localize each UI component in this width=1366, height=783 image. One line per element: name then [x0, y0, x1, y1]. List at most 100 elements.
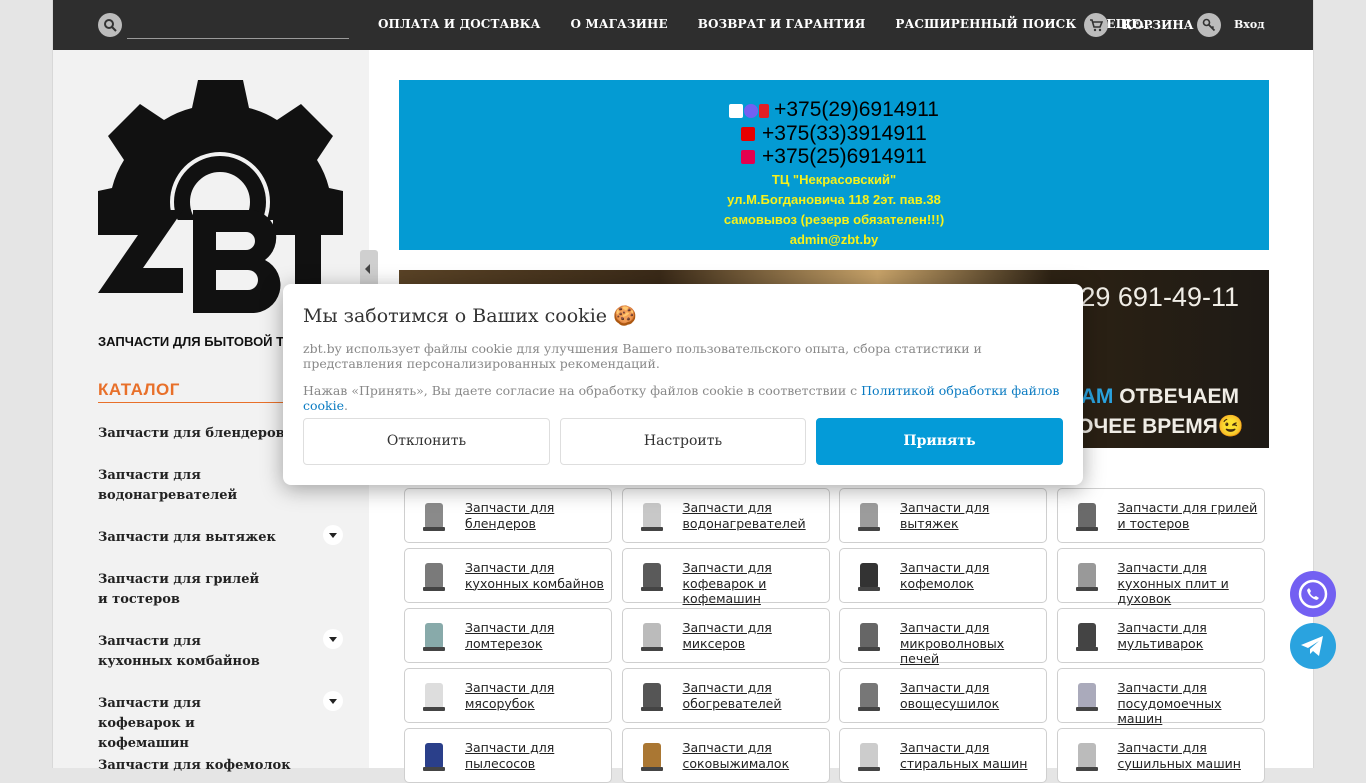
cookie-consent-text: Нажав «Принять», Вы даете согласие на об… [303, 383, 1060, 413]
category-link[interactable]: Запчасти для ломтерезок [465, 620, 607, 651]
category-tile[interactable]: Запчасти для кофеварок и кофемашин [621, 548, 830, 606]
category-tile[interactable]: Запчасти для ломтерезок [404, 608, 612, 663]
category-tile[interactable]: Запчасти для кухонных комбайнов [404, 548, 612, 603]
category-link[interactable]: Запчасти для кухонных плит и духовок [1118, 560, 1260, 607]
top-bar: ОПЛАТА И ДОСТАВКА О МАГАЗИНЕ ВОЗВРАТ И Г… [53, 0, 1313, 50]
category-tile[interactable]: Запчасти для блендеров [404, 488, 612, 543]
decline-button[interactable]: Отклонить [303, 418, 550, 465]
catalog-item-food-processors[interactable]: Запчасти для кухонных комбайнов [98, 632, 268, 672]
category-tile[interactable]: Запчасти для водонагревателей [621, 488, 830, 543]
chevron-down-icon[interactable] [323, 525, 343, 545]
mts-icon [741, 127, 756, 142]
category-link[interactable]: Запчасти для мультиварок [1118, 620, 1260, 651]
catalog-item-blenders[interactable]: Запчасти для блендеров [98, 424, 298, 444]
category-image [1068, 617, 1106, 655]
phone-row-2: +375(33)3914911 [399, 122, 1269, 146]
category-tile[interactable]: Запчасти для микроволновых печей [839, 608, 1047, 666]
telegram-chat-button[interactable] [1290, 623, 1336, 669]
chevron-down-icon[interactable] [323, 691, 343, 711]
phone-number[interactable]: +375(25)6914911 [762, 145, 927, 168]
category-tile[interactable]: Запчасти для грилей и тостеров [1056, 488, 1265, 543]
main-nav: ОПЛАТА И ДОСТАВКА О МАГАЗИНЕ ВОЗВРАТ И Г… [378, 17, 1183, 31]
telegram-icon [729, 103, 744, 118]
category-link[interactable]: Запчасти для микроволновых печей [900, 620, 1042, 667]
category-link[interactable]: Запчасти для грилей и тостеров [1118, 500, 1260, 531]
telegram-icon [1301, 636, 1323, 656]
nav-payment-delivery[interactable]: ОПЛАТА И ДОСТАВКА [378, 17, 540, 31]
category-image [850, 737, 888, 775]
category-image [850, 617, 888, 655]
category-image [415, 737, 453, 775]
sidebar-collapse-button[interactable] [360, 250, 378, 288]
category-link[interactable]: Запчасти для кофемолок [900, 560, 1042, 591]
category-link[interactable]: Запчасти для соковыжималок [683, 740, 825, 771]
category-tile[interactable]: Запчасти для мультиварок [1056, 608, 1265, 663]
category-tile[interactable]: Запчасти для миксеров [621, 608, 830, 663]
catalog-item-hoods[interactable]: Запчасти для вытяжек [98, 528, 298, 548]
cookie-dialog: Мы заботимся о Ваших cookie 🍪 zbt.by исп… [283, 284, 1083, 485]
search-input[interactable] [127, 38, 349, 39]
phone-row-3: +375(25)6914911 [399, 145, 1269, 169]
nav-return-warranty[interactable]: ВОЗВРАТ И ГАРАНТИЯ [698, 17, 866, 31]
accept-button[interactable]: Принять [816, 418, 1063, 465]
email-link[interactable]: admin@zbt.by [399, 232, 1269, 247]
category-link[interactable]: Запчасти для блендеров [465, 500, 607, 531]
phone-number[interactable]: +375(29)6914911 [774, 98, 939, 121]
messenger-icons [729, 98, 770, 122]
category-link[interactable]: Запчасти для кухонных комбайнов [465, 560, 607, 591]
address-line: ТЦ "Некрасовский" [771, 172, 897, 187]
category-image [850, 497, 888, 535]
category-image [850, 557, 888, 595]
login-button[interactable] [1197, 13, 1221, 37]
category-tile[interactable]: Запчасти для пылесосов [404, 728, 612, 783]
category-link[interactable]: Запчасти для стиральных машин [900, 740, 1042, 771]
chevron-down-icon[interactable] [323, 629, 343, 649]
phone-number[interactable]: +375(33)3914911 [762, 122, 927, 145]
address-line: самовывоз (резерв обязателен!!!) [723, 212, 945, 227]
catalog-item-grills[interactable]: Запчасти для грилей и тостеров [98, 570, 268, 610]
category-image [1068, 497, 1106, 535]
category-link[interactable]: Запчасти для пылесосов [465, 740, 607, 771]
cart-button[interactable] [1084, 13, 1108, 37]
category-link[interactable]: Запчасти для овощесушилок [900, 680, 1042, 711]
cookie-text: zbt.by использует файлы cookie для улучш… [303, 341, 982, 371]
category-tile[interactable]: Запчасти для овощесушилок [839, 668, 1047, 723]
nav-advanced-search[interactable]: РАСШИРЕННЫЙ ПОИСК [895, 17, 1076, 31]
category-tile[interactable]: Запчасти для кухонных плит и духовок [1056, 548, 1265, 606]
category-link[interactable]: Запчасти для мясорубок [465, 680, 607, 711]
catalog-item-water-heaters[interactable]: Запчасти для водонагревателей [98, 466, 248, 506]
category-image [415, 497, 453, 535]
category-image [633, 677, 671, 715]
a1-icon [759, 103, 770, 118]
category-link[interactable]: Запчасти для обогревателей [683, 680, 825, 711]
configure-button[interactable]: Настроить [560, 418, 806, 465]
category-link[interactable]: Запчасти для вытяжек [900, 500, 1042, 531]
category-tile[interactable]: Запчасти для вытяжек [839, 488, 1047, 543]
category-link[interactable]: Запчасти для кофеварок и кофемашин [683, 560, 825, 607]
category-tile[interactable]: Запчасти для сушильных машин [1056, 728, 1265, 783]
login-label[interactable]: Вход [1234, 18, 1265, 31]
catalog-item-coffee-grinders[interactable]: Запчасти для кофемолок [98, 756, 298, 776]
category-image [850, 677, 888, 715]
category-tile[interactable]: Запчасти для соковыжималок [621, 728, 830, 783]
category-image [415, 617, 453, 655]
viber-chat-button[interactable] [1290, 571, 1336, 617]
category-image [1068, 557, 1106, 595]
cookie-title: Мы заботимся о Ваших cookie 🍪 [303, 305, 637, 327]
nav-about-store[interactable]: О МАГАЗИНЕ [570, 17, 667, 31]
category-link[interactable]: Запчасти для сушильных машин [1118, 740, 1260, 771]
viber-icon [744, 103, 759, 118]
cart-label[interactable]: КОРЗИНА [1122, 18, 1194, 32]
category-tile[interactable]: Запчасти для кофемолок [839, 548, 1047, 603]
category-link[interactable]: Запчасти для миксеров [683, 620, 825, 651]
category-tile[interactable]: Запчасти для мясорубок [404, 668, 612, 723]
catalog-item-coffee-machines[interactable]: Запчасти для кофеварок и кофемашин [98, 694, 278, 754]
category-tile[interactable]: Запчасти для посудомоечных машин [1056, 668, 1265, 726]
category-link[interactable]: Запчасти для водонагревателей [683, 500, 825, 531]
search-button[interactable] [98, 13, 122, 37]
category-tile[interactable]: Запчасти для обогревателей [621, 668, 830, 723]
category-tile[interactable]: Запчасти для стиральных машин [839, 728, 1047, 783]
category-image [1068, 677, 1106, 715]
category-link[interactable]: Запчасти для посудомоечных машин [1118, 680, 1260, 727]
category-image [633, 737, 671, 775]
